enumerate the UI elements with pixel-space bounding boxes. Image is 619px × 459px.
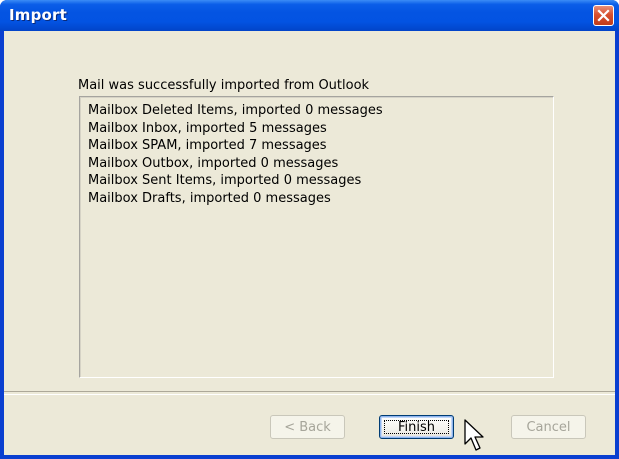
back-button-label: < Back	[284, 419, 331, 435]
back-button[interactable]: < Back	[270, 415, 345, 439]
import-dialog: Import Mail was successfully imported fr…	[0, 0, 619, 459]
list-item: Mailbox SPAM, imported 7 messages	[88, 138, 327, 153]
footer-divider	[4, 391, 615, 395]
import-results-list[interactable]: Mailbox Deleted Items, imported 0 messag…	[79, 96, 554, 378]
list-item: Mailbox Deleted Items, imported 0 messag…	[88, 103, 383, 118]
status-message: Mail was successfully imported from Outl…	[78, 78, 370, 93]
title-bar[interactable]: Import	[0, 0, 619, 31]
finish-button[interactable]: Finish	[379, 415, 454, 439]
close-button[interactable]	[593, 5, 614, 26]
list-item: Mailbox Outbox, imported 0 messages	[88, 155, 339, 171]
window-title: Import	[9, 6, 68, 24]
mouse-pointer-icon	[464, 419, 484, 451]
cancel-button[interactable]: Cancel	[511, 415, 586, 439]
list-item: Mailbox Inbox, imported 5 messages	[88, 120, 327, 136]
close-icon	[597, 9, 610, 22]
dialog-body: Mail was successfully imported from Outl…	[4, 31, 615, 455]
list-item: Mailbox Sent Items, imported 0 messages	[88, 173, 362, 188]
cancel-button-label: Cancel	[526, 419, 571, 435]
list-item: Mailbox Drafts, imported 0 messages	[88, 190, 331, 206]
focus-rectangle	[384, 420, 449, 434]
